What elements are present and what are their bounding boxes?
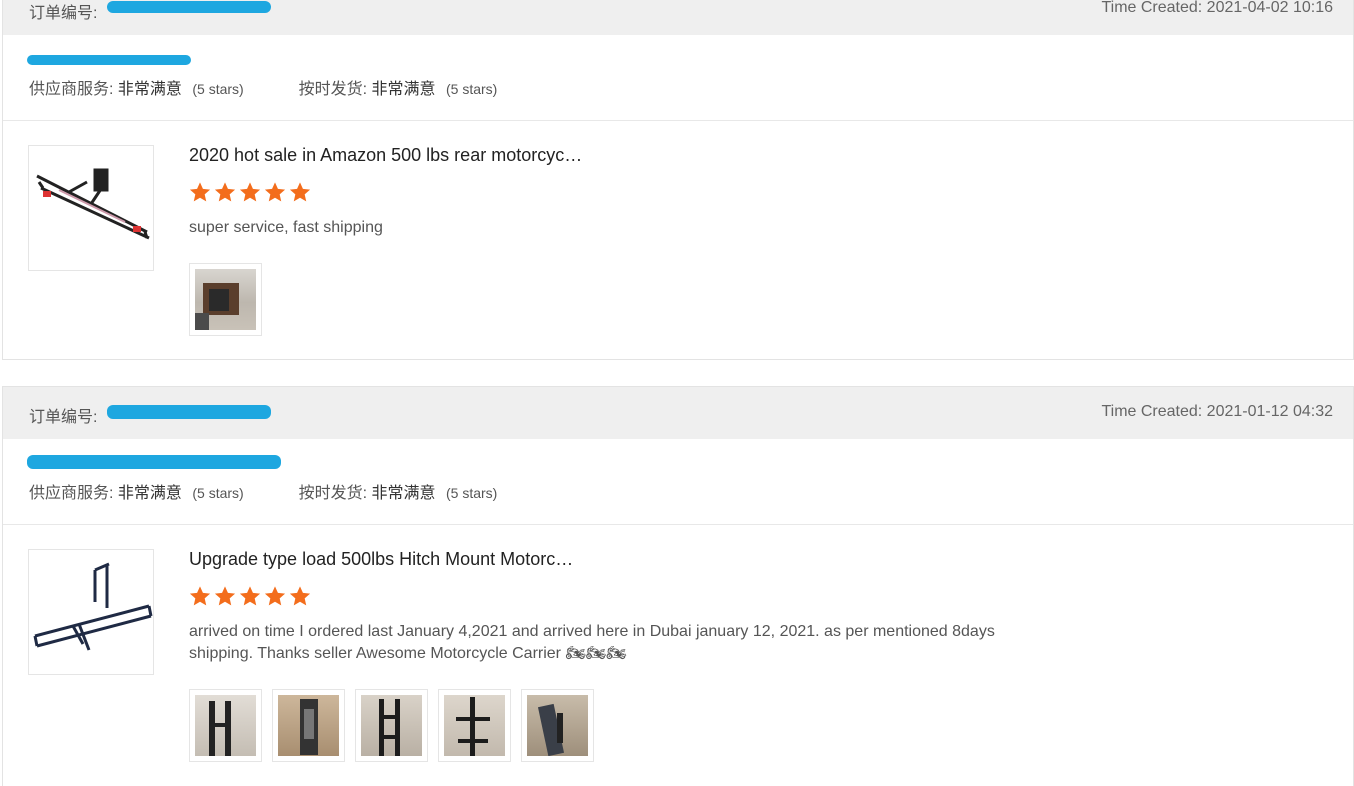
order-header: 订单编号: Time Created: 2021-04-02 10:16 bbox=[3, 0, 1353, 35]
redacted-order-number bbox=[107, 405, 271, 419]
product-title[interactable]: 2020 hot sale in Amazon 500 lbs rear mot… bbox=[189, 145, 582, 166]
review-stars bbox=[189, 181, 311, 203]
star-icon bbox=[239, 182, 261, 202]
hitch-carrier-image bbox=[33, 562, 153, 651]
supplier-service-stars: (5 stars) bbox=[192, 485, 244, 501]
redacted-buyer-name bbox=[27, 455, 281, 469]
star-icon bbox=[264, 182, 286, 202]
review-photos bbox=[189, 263, 262, 336]
product-thumbnail[interactable] bbox=[28, 549, 154, 675]
review-photo[interactable] bbox=[355, 689, 428, 762]
supplier-service-label: 供应商服务: bbox=[29, 485, 114, 502]
on-time-stars: (5 stars) bbox=[446, 485, 498, 501]
star-icon bbox=[189, 586, 211, 606]
review-stars bbox=[189, 585, 311, 607]
order-card: 订单编号: Time Created: 2021-04-02 10:16 供应商… bbox=[2, 0, 1354, 360]
supplier-service-label: 供应商服务: bbox=[29, 81, 114, 98]
buyer-info-row: 供应商服务: 非常满意 (5 stars) 按时发货: 非常满意 (5 star… bbox=[3, 439, 1353, 525]
supplier-service-stars: (5 stars) bbox=[192, 81, 244, 97]
product-thumbnail[interactable] bbox=[28, 145, 154, 271]
seller-ratings: 供应商服务: 非常满意 (5 stars) 按时发货: 非常满意 (5 star… bbox=[29, 75, 497, 99]
review-comment: arrived on time I ordered last January 4… bbox=[189, 623, 995, 662]
review-photo[interactable] bbox=[438, 689, 511, 762]
order-number-label: 订单编号: bbox=[29, 409, 98, 426]
order-header: 订单编号: Time Created: 2021-01-12 04:32 bbox=[3, 387, 1353, 439]
review-photo[interactable] bbox=[189, 689, 262, 762]
star-icon bbox=[214, 182, 236, 202]
star-icon bbox=[289, 182, 311, 202]
star-icon bbox=[264, 586, 286, 606]
supplier-service-value: 非常满意 bbox=[117, 485, 182, 502]
star-icon bbox=[189, 182, 211, 202]
order-card: 订单编号: Time Created: 2021-01-12 04:32 供应商… bbox=[2, 386, 1354, 786]
star-icon bbox=[239, 586, 261, 606]
redacted-order-number bbox=[107, 1, 271, 13]
star-icon bbox=[289, 586, 311, 606]
on-time-stars: (5 stars) bbox=[446, 81, 498, 97]
review-photo[interactable] bbox=[521, 689, 594, 762]
on-time-value: 非常满意 bbox=[371, 485, 436, 502]
time-created: Time Created: 2021-04-02 10:16 bbox=[1101, 0, 1333, 16]
review-photos bbox=[189, 689, 594, 762]
on-time-value: 非常满意 bbox=[371, 81, 436, 98]
on-time-label: 按时发货: bbox=[298, 485, 368, 502]
review-photo[interactable] bbox=[189, 263, 262, 336]
star-icon bbox=[214, 586, 236, 606]
order-number-label: 订单编号: bbox=[29, 5, 98, 22]
review-comment: super service, fast shipping bbox=[189, 219, 383, 236]
on-time-label: 按时发货: bbox=[298, 81, 368, 98]
review-photo[interactable] bbox=[272, 689, 345, 762]
redacted-buyer-name bbox=[27, 55, 191, 65]
motorcycle-carrier-image bbox=[36, 168, 150, 240]
time-created: Time Created: 2021-01-12 04:32 bbox=[1101, 403, 1333, 420]
buyer-info-row: 供应商服务: 非常满意 (5 stars) 按时发货: 非常满意 (5 star… bbox=[3, 35, 1353, 121]
seller-ratings: 供应商服务: 非常满意 (5 stars) 按时发货: 非常满意 (5 star… bbox=[29, 479, 497, 503]
supplier-service-value: 非常满意 bbox=[117, 81, 182, 98]
product-title[interactable]: Upgrade type load 500lbs Hitch Mount Mot… bbox=[189, 549, 573, 570]
